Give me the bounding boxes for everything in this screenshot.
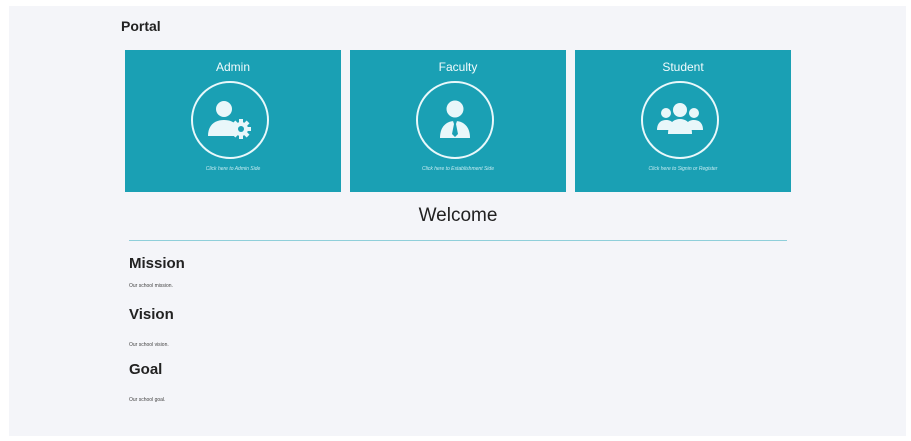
vision-heading: Vision bbox=[129, 306, 174, 323]
student-card[interactable]: Student Click here to Signin or Register bbox=[575, 50, 791, 192]
admin-card-subtitle: Click here to Admin Side bbox=[205, 166, 261, 172]
student-users-icon bbox=[657, 103, 703, 134]
portal-page: Portal Admin Click here to Admin Side Fa… bbox=[9, 6, 906, 436]
faculty-card-subtitle: Click here to Establishment Side bbox=[422, 166, 494, 172]
faculty-user-tie-icon bbox=[440, 100, 470, 138]
faculty-card-title: Faculty bbox=[438, 60, 478, 74]
goal-text: Our school goal. bbox=[129, 397, 166, 403]
admin-icon-circle bbox=[191, 81, 269, 159]
student-card-title: Student bbox=[662, 60, 704, 74]
faculty-card[interactable]: Faculty Click here to Establishment Side bbox=[350, 50, 566, 192]
mission-text: Our school mission. bbox=[129, 283, 173, 289]
admin-card-title: Admin bbox=[215, 60, 250, 74]
student-icon-circle bbox=[641, 81, 719, 159]
welcome-divider bbox=[129, 240, 787, 241]
admin-user-gear-icon bbox=[208, 101, 251, 139]
welcome-heading: Welcome bbox=[418, 205, 498, 226]
portal-title: Portal bbox=[121, 18, 161, 34]
mission-heading: Mission bbox=[129, 255, 185, 272]
admin-card[interactable]: Admin Click here to Admin Side bbox=[125, 50, 341, 192]
student-card-subtitle: Click here to Signin or Register bbox=[648, 166, 718, 172]
vision-text: Our school vision. bbox=[129, 342, 169, 348]
goal-heading: Goal bbox=[129, 361, 163, 378]
faculty-icon-circle bbox=[416, 81, 494, 159]
